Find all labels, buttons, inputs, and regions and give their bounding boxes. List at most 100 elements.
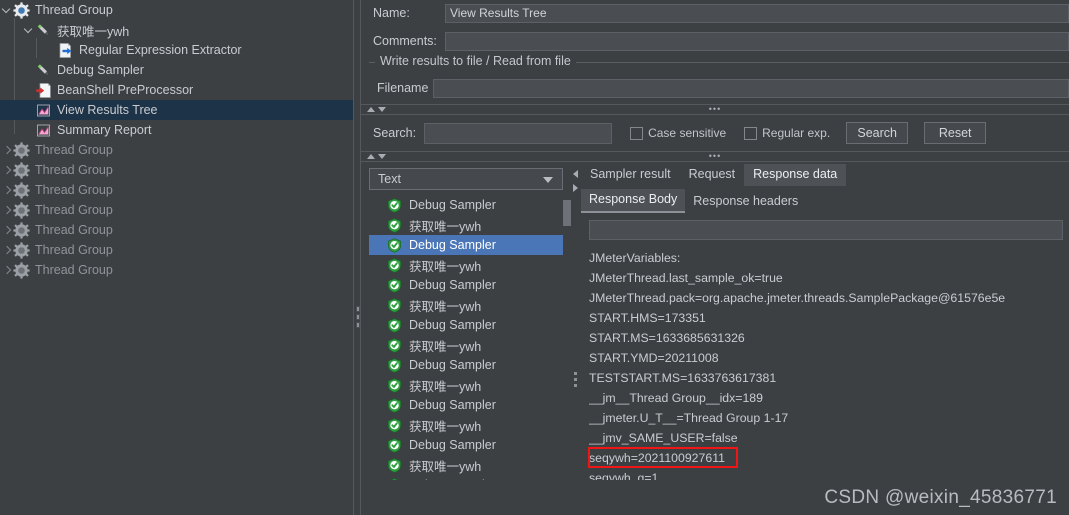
sampler-list-item-label: 获取唯一ywh (409, 419, 482, 434)
sampler-list-item[interactable]: 获取唯一ywh (369, 375, 563, 395)
view-results-tree-panel: Name: Comments: Write results to file / … (361, 0, 1069, 515)
test-plan-tree[interactable]: Thread Group 获取唯一ywh Regular Expression Ex… (0, 0, 353, 515)
search-button[interactable]: Search (846, 122, 909, 144)
tree-item-1[interactable]: 获取唯一ywh (0, 20, 353, 40)
sampler-list-item[interactable]: 获取唯一ywh (369, 295, 563, 315)
name-input[interactable] (445, 3, 1069, 23)
chevron-down-icon[interactable] (22, 20, 35, 40)
sampler-list-item[interactable]: 获取唯一ywh (369, 455, 563, 475)
success-shield-icon (387, 317, 402, 333)
response-body-line: __jmv_SAME_USER=false (589, 431, 738, 445)
sampler-list-item[interactable]: Debug Sampler (369, 395, 563, 415)
result-tabs[interactable]: Sampler result Request Response data (581, 162, 1069, 186)
chevron-right-icon[interactable] (0, 220, 13, 240)
gear-icon-dim (13, 221, 30, 239)
tree-item-12[interactable]: Thread Group (0, 240, 353, 260)
chevron-down-icon[interactable] (543, 177, 553, 183)
sampler-list-item[interactable]: Debug Sampler (369, 475, 563, 480)
sampler-list-item[interactable]: 获取唯一ywh (369, 215, 563, 235)
gear-icon-dim (13, 261, 30, 279)
splitter-arrows-2[interactable] (367, 154, 386, 159)
result-tab-2[interactable]: Response data (744, 164, 847, 186)
search-input[interactable] (424, 122, 613, 144)
chevron-right-icon[interactable] (0, 180, 13, 200)
sampler-list-item[interactable]: 获取唯一ywh (369, 415, 563, 435)
sampler-list-scrollbar[interactable] (563, 195, 571, 480)
collapse-down-icon-2[interactable] (378, 154, 386, 159)
list-tabs-splitter[interactable] (571, 162, 581, 480)
tree-item-10[interactable]: Thread Group (0, 200, 353, 220)
success-shield-icon (387, 417, 402, 433)
list-splitter-arrows[interactable] (573, 170, 578, 198)
tree-item-6[interactable]: Summary Report (0, 120, 353, 140)
tree-item-13[interactable]: Thread Group (0, 260, 353, 280)
collapse-down-icon[interactable] (378, 107, 386, 112)
collapse-up-icon-2[interactable] (367, 154, 375, 159)
chevron-right-icon[interactable] (0, 200, 13, 220)
sampler-list-item-label: Debug Sampler (409, 358, 496, 372)
sampler-list-item[interactable]: 获取唯一ywh (369, 335, 563, 355)
sampler-list-item[interactable]: Debug Sampler (369, 435, 563, 455)
tree-item-label: BeanShell PreProcessor (57, 83, 194, 97)
response-body-line: START.MS=1633685631326 (589, 331, 745, 345)
tree-item-8[interactable]: Thread Group (0, 160, 353, 180)
case-sensitive-checkbox[interactable]: Case sensitive (630, 126, 726, 140)
scrollbar-thumb[interactable] (563, 200, 571, 226)
collapse-left-icon[interactable] (573, 170, 578, 178)
tree-item-label: Thread Group (35, 263, 113, 277)
sampler-list-item[interactable]: Debug Sampler (369, 275, 563, 295)
comments-label: Comments: (373, 34, 437, 48)
case-sensitive-label: Case sensitive (648, 126, 727, 140)
collapse-up-icon[interactable] (367, 107, 375, 112)
tree-item-11[interactable]: Thread Group (0, 220, 353, 240)
tree-item-5[interactable]: View Results Tree (0, 100, 353, 120)
response-body-text: JMeterVariables: JMeterThread.last_sample… (589, 248, 1069, 480)
tree-item-0[interactable]: Thread Group (0, 0, 353, 20)
filename-input[interactable] (433, 78, 1069, 98)
chevron-right-icon[interactable] (0, 240, 13, 260)
regular-exp-box-icon[interactable] (744, 126, 758, 140)
splitter-dots-icon-2: ••• (708, 151, 722, 161)
horizontal-splitter-bottom[interactable]: ••• (361, 151, 1069, 162)
regular-exp-checkbox[interactable]: Regular exp. (744, 126, 830, 140)
chevron-down-icon[interactable] (0, 0, 13, 20)
watermark-text: CSDN @weixin_45836771 (824, 487, 1057, 508)
chevron-right-icon[interactable] (0, 260, 13, 280)
horizontal-splitter-top[interactable]: ••• (361, 104, 1069, 115)
sampler-results-list[interactable]: Debug Sampler 获取唯一ywh Debug Sampler 获取唯一ywh… (369, 195, 563, 480)
sampler-list-item[interactable]: 获取唯一ywh (369, 255, 563, 275)
list-splitter-grip[interactable] (574, 372, 577, 390)
sampler-list-item-label: 获取唯一ywh (409, 219, 482, 234)
response-tab-0[interactable]: Response Body (581, 189, 686, 213)
tree-item-label: Thread Group (35, 243, 113, 257)
sampler-list-item[interactable]: Debug Sampler (369, 235, 563, 255)
collapse-right-icon[interactable] (573, 184, 578, 192)
splitter-arrows[interactable] (367, 107, 386, 112)
response-tabs[interactable]: Response Body Response headers (581, 189, 1069, 213)
chevron-right-icon[interactable] (0, 160, 13, 180)
result-tab-1[interactable]: Request (680, 164, 745, 186)
response-body-search-input[interactable] (589, 220, 1063, 240)
response-tab-1[interactable]: Response headers (685, 191, 806, 213)
reset-button[interactable]: Reset (924, 122, 987, 144)
comments-input[interactable] (445, 31, 1069, 51)
result-tab-0[interactable]: Sampler result (581, 164, 680, 186)
tree-item-4[interactable]: BeanShell PreProcessor (0, 80, 353, 100)
splitter-grip[interactable] (356, 306, 360, 330)
sampler-list-item[interactable]: Debug Sampler (369, 355, 563, 375)
tree-item-7[interactable]: Thread Group (0, 140, 353, 160)
tree-item-2[interactable]: Regular Expression Extractor (0, 40, 353, 60)
gear-icon-dim (13, 141, 30, 159)
tree-twisty-placeholder (22, 100, 35, 120)
sampler-list-item[interactable]: Debug Sampler (369, 195, 563, 215)
success-shield-icon (387, 297, 402, 313)
tree-item-9[interactable]: Thread Group (0, 180, 353, 200)
sampler-list-item[interactable]: Debug Sampler (369, 315, 563, 335)
chevron-right-icon[interactable] (0, 140, 13, 160)
tree-item-3[interactable]: Debug Sampler (0, 60, 353, 80)
main-splitter[interactable] (353, 0, 361, 515)
render-format-combo[interactable]: Text (369, 168, 563, 190)
tree-item-label: Thread Group (35, 143, 113, 157)
case-sensitive-box-icon[interactable] (630, 126, 644, 140)
